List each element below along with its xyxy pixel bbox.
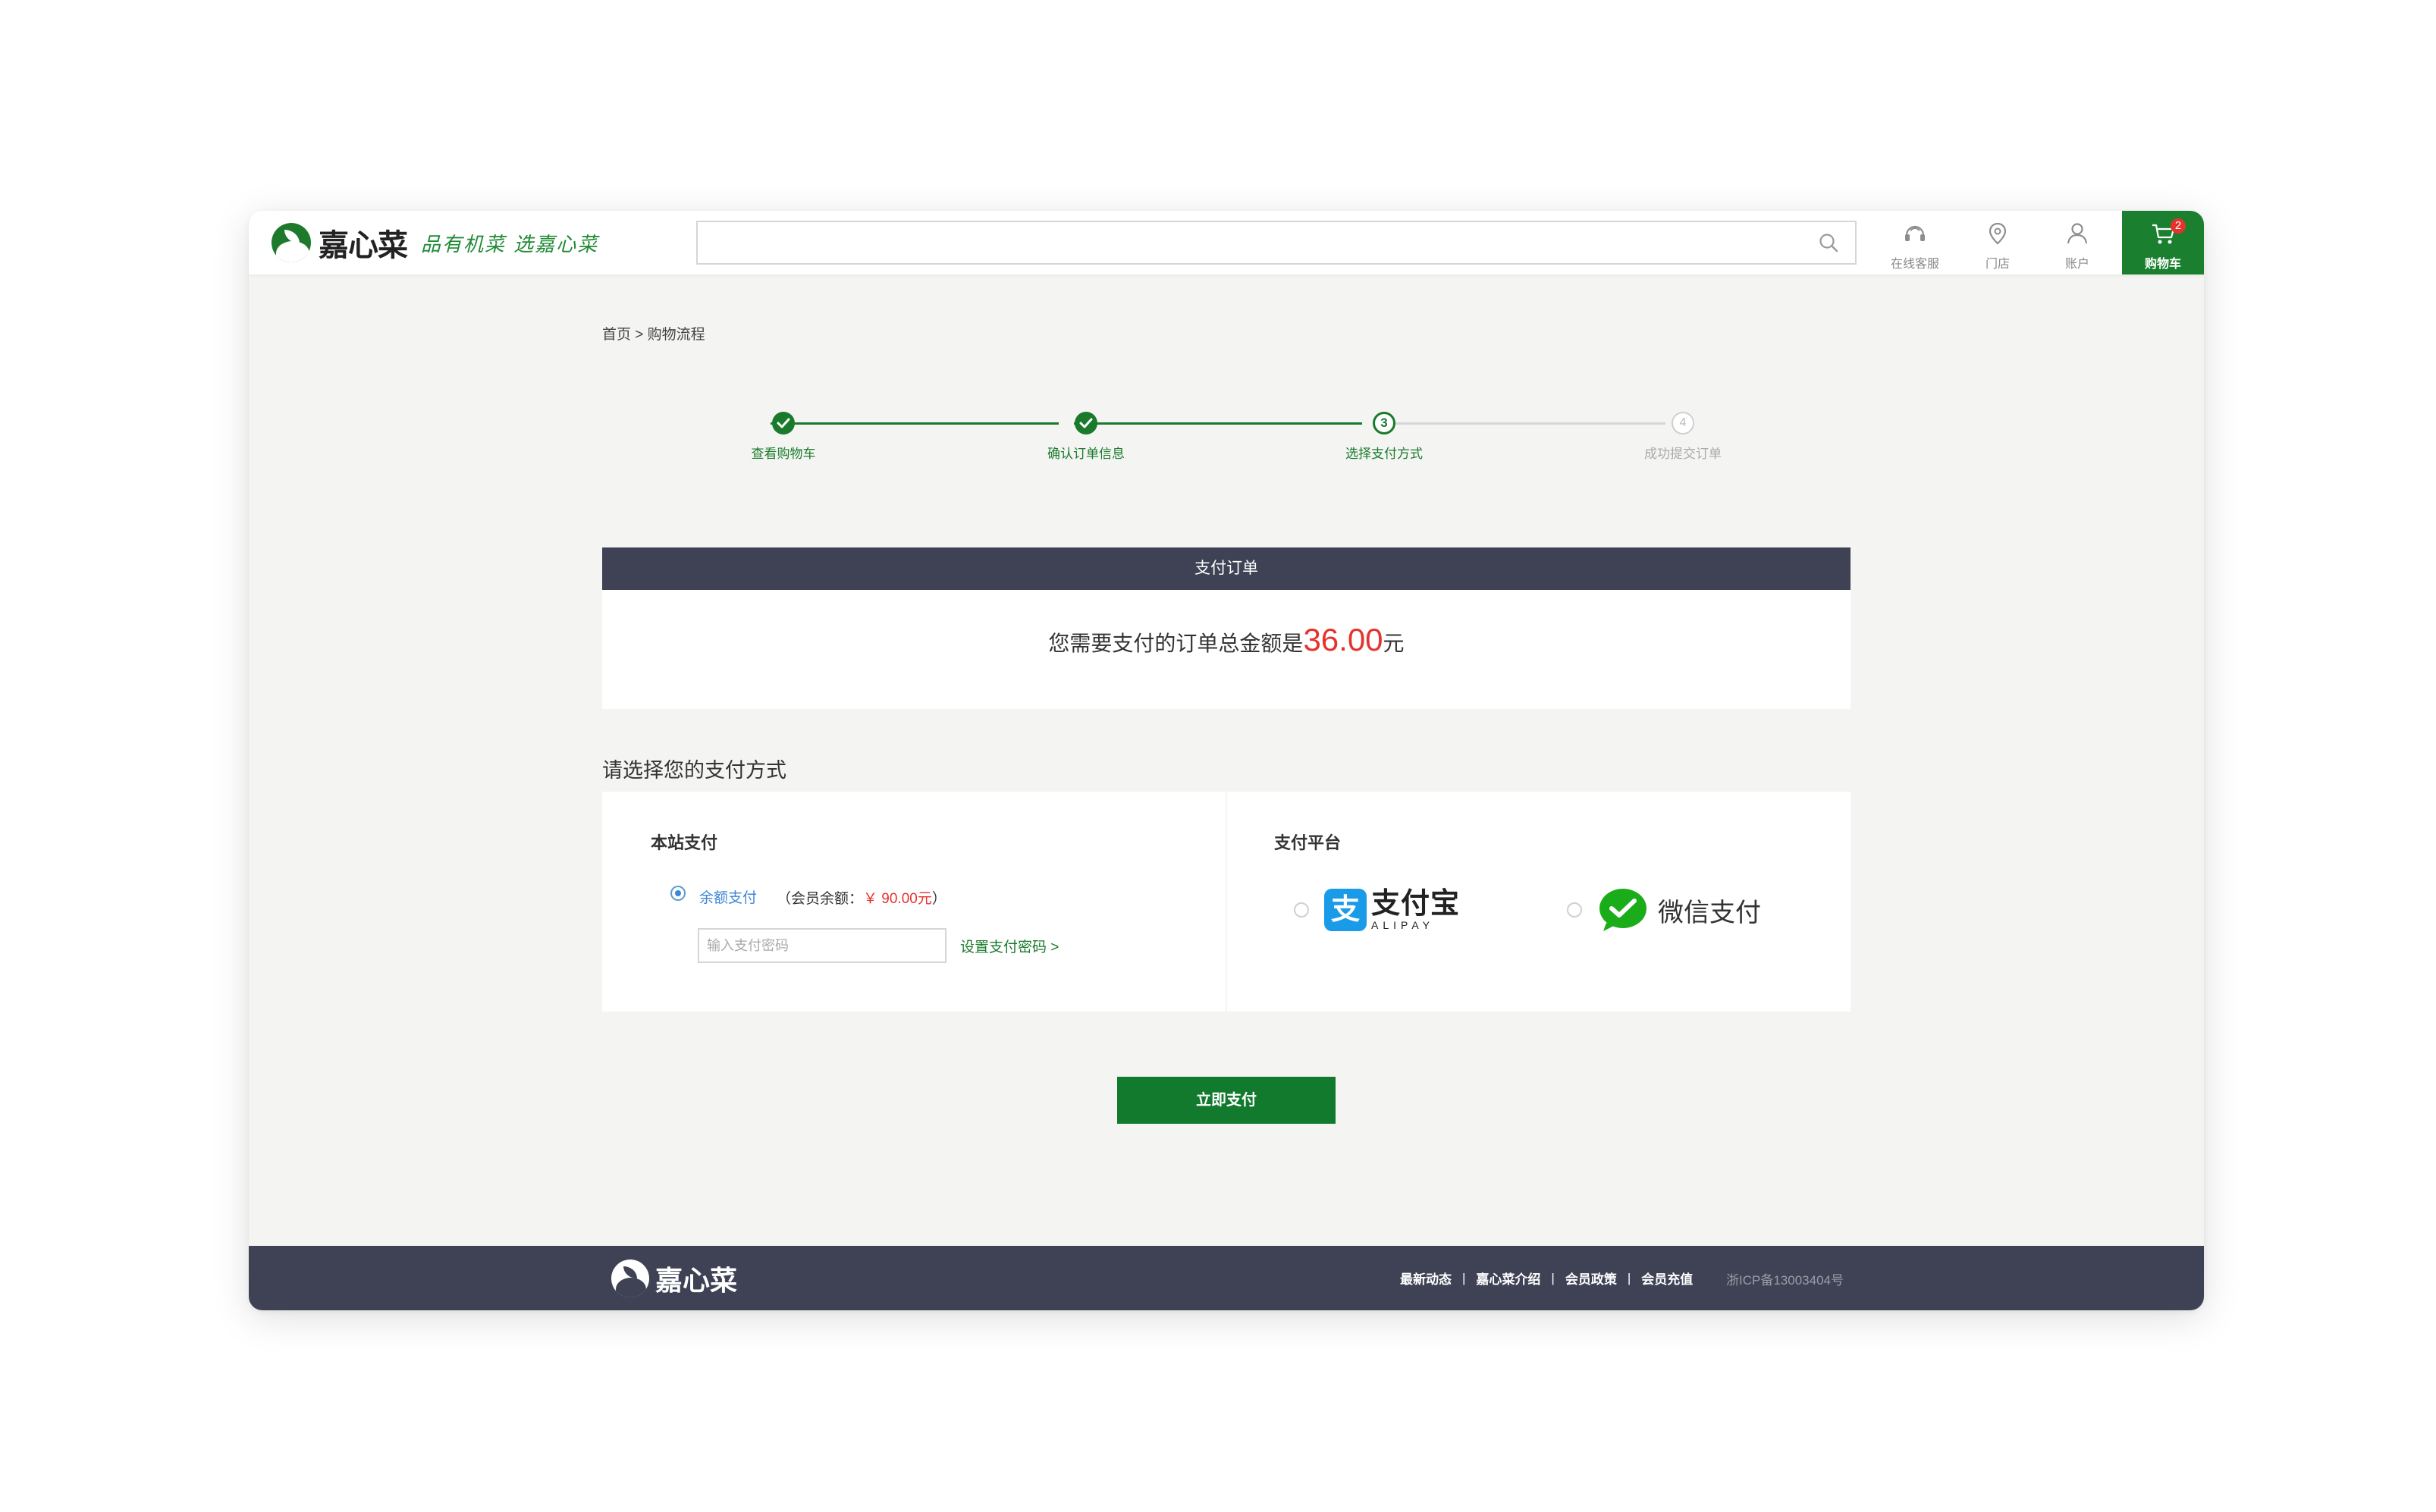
balance-info-prefix: （会员余额： — [777, 891, 864, 907]
breadcrumb[interactable]: 首页 > 购物流程 — [602, 323, 705, 343]
cart-label: 购物车 — [2144, 258, 2181, 271]
icp-license: 浙ICP备13003404号 — [1726, 1273, 1844, 1288]
balance-pay-label[interactable]: 余额支付 — [699, 886, 757, 907]
account-link[interactable]: 账户 — [2038, 211, 2117, 274]
payment-password-input[interactable] — [698, 928, 946, 963]
set-payment-password-link[interactable]: 设置支付密码 > — [960, 936, 1059, 956]
platform-payment-box: 支付平台 支 支付宝 ALIPAY 微信支付 — [1227, 792, 1851, 1012]
order-panel-body: 您需要支付的订单总金额是36.00元 — [602, 590, 1851, 709]
search-input[interactable] — [698, 222, 1814, 263]
site-footer: 嘉心菜 最新动态 | 嘉心菜介绍 | 会员政策 | 会员充值 浙ICP备1300… — [249, 1246, 2204, 1310]
browser-page-frame: 嘉心菜 品有机菜 选嘉心菜 在线客服 门店 账户 2 购物车 首页 > 购物流程… — [249, 211, 2204, 1310]
order-panel-title: 支付订单 — [602, 547, 1851, 590]
online-service-link[interactable]: 在线客服 — [1876, 211, 1954, 274]
cart-count-badge: 2 — [2171, 218, 2186, 234]
wechat-pay-label: 微信支付 — [1658, 898, 1761, 927]
step-connector-1 — [771, 422, 1059, 425]
footer-separator: | — [1551, 1270, 1555, 1285]
step-4-number: 4 — [1672, 412, 1694, 434]
balance-pay-radio[interactable] — [670, 886, 686, 901]
brand-slogan: 品有机菜 选嘉心菜 — [421, 233, 599, 256]
step-connector-3 — [1377, 422, 1665, 425]
step-1-label: 查看购物车 — [751, 447, 816, 461]
platform-payment-title: 支付平台 — [1274, 833, 1342, 852]
alipay-label: 支付宝 — [1371, 888, 1461, 920]
location-pin-icon — [1989, 222, 2007, 245]
site-payment-box: 本站支付 余额支付 （会员余额：￥ 90.00元） 设置支付密码 > — [602, 792, 1226, 1012]
footer-link-member-recharge[interactable]: 会员充值 — [1641, 1269, 1693, 1288]
step-3-number: 3 — [1373, 412, 1395, 434]
member-balance-info: （会员余额：￥ 90.00元） — [777, 887, 946, 908]
headset-icon — [1905, 225, 1925, 241]
order-amount-line: 您需要支付的订单总金额是36.00元 — [602, 622, 1851, 658]
footer-separator: | — [1627, 1270, 1631, 1285]
brand-name: 嘉心菜 — [319, 227, 408, 263]
search-bar — [696, 221, 1857, 265]
footer-link-about[interactable]: 嘉心菜介绍 — [1476, 1269, 1540, 1288]
balance-info-suffix: ） — [931, 891, 946, 907]
cart-button[interactable]: 2 购物车 — [2122, 211, 2204, 274]
wechat-pay-radio[interactable] — [1567, 902, 1582, 918]
footer-separator: | — [1462, 1270, 1466, 1285]
alipay-option[interactable]: 支 支付宝 ALIPAY — [1324, 886, 1460, 934]
store-label: 门店 — [1985, 258, 2010, 271]
online-service-label: 在线客服 — [1890, 258, 1939, 271]
step-2-check-icon — [1075, 412, 1097, 434]
payment-section-title: 请选择您的支付方式 — [602, 759, 786, 782]
alipay-radio[interactable] — [1294, 902, 1309, 918]
footer-brand-name: 嘉心菜 — [655, 1265, 738, 1297]
logo-mark-icon — [272, 223, 311, 262]
footer-link-news[interactable]: 最新动态 — [1400, 1269, 1452, 1288]
wechat-pay-option[interactable]: 微信支付 — [1599, 886, 1761, 934]
footer-logo[interactable]: 嘉心菜 — [611, 1258, 737, 1299]
search-icon[interactable] — [1819, 233, 1838, 253]
step-2-label: 确认订单信息 — [1047, 447, 1125, 461]
account-label: 账户 — [2064, 258, 2089, 271]
site-logo[interactable]: 嘉心菜 品有机菜 选嘉心菜 — [272, 220, 598, 265]
footer-logo-mark-icon — [611, 1259, 649, 1297]
alipay-english-label: ALIPAY — [1371, 919, 1434, 931]
alipay-logo-icon: 支 — [1324, 889, 1367, 931]
step-3-label: 选择支付方式 — [1345, 447, 1423, 461]
site-payment-title: 本站支付 — [651, 833, 718, 852]
wechat-pay-logo-icon — [1599, 889, 1646, 931]
site-header: 嘉心菜 品有机菜 选嘉心菜 在线客服 门店 账户 2 购物车 — [249, 211, 2204, 274]
amount-prefix: 您需要支付的订单总金额是 — [1048, 632, 1304, 655]
step-connector-2 — [1074, 422, 1362, 425]
footer-link-member-policy[interactable]: 会员政策 — [1565, 1269, 1617, 1288]
member-balance-amount: ￥ 90.00元 — [863, 891, 932, 907]
amount-suffix: 元 — [1383, 632, 1405, 655]
order-total-amount: 36.00 — [1303, 622, 1383, 657]
store-link[interactable]: 门店 — [1958, 211, 2037, 274]
step-4-label: 成功提交订单 — [1644, 447, 1722, 461]
footer-links: 最新动态 | 嘉心菜介绍 | 会员政策 | 会员充值 — [1400, 1269, 1693, 1288]
pay-now-button[interactable]: 立即支付 — [1117, 1077, 1336, 1124]
step-1-check-icon — [772, 412, 795, 434]
user-icon — [2067, 223, 2088, 244]
